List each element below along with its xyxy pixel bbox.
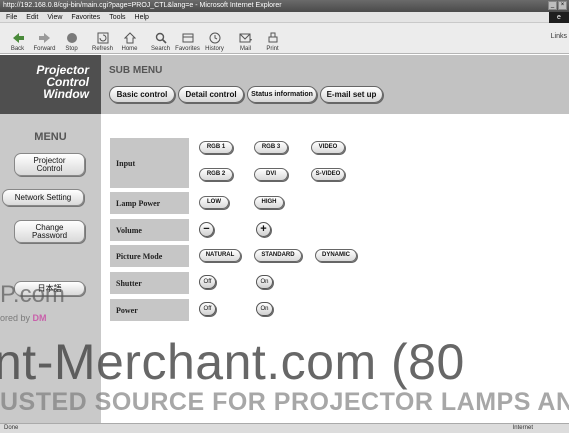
power-on-button[interactable]: On [256,302,273,316]
lamp-power-label: Lamp Power [110,192,189,214]
security-zone: Internet [512,425,533,431]
submenu-title: SUB MENU [109,65,163,76]
menu-favorites[interactable]: Favorites [71,12,100,22]
lamp-high-button[interactable]: HIGH [254,196,284,209]
window-controls: _ × [548,1,567,10]
links-label[interactable]: Links [551,33,567,40]
projector-control-window-logo: Projector Control Window [0,55,101,114]
shutter-off-button[interactable]: Off [199,275,216,289]
watermark-tagline: USTED SOURCE FOR PROJECTOR LAMPS AN [0,388,569,416]
menu-title: MENU [34,131,67,143]
picture-dynamic-button[interactable]: DYNAMIC [315,249,357,262]
menu-bar: File Edit View Favorites Tools Help e [0,12,569,23]
input-video-button[interactable]: VIDEO [311,141,345,154]
home-icon [123,32,136,44]
menu-tools[interactable]: Tools [109,12,125,22]
forward-button[interactable]: Forward [31,23,58,54]
power-off-button[interactable]: Off [199,302,216,316]
window-title: http://192.168.0.8/cgi-bin/main.cgi?page… [3,2,282,9]
input-rgb2-button[interactable]: RGB 2 [199,168,233,181]
menu-file[interactable]: File [6,12,17,22]
mail-icon [239,33,252,43]
print-button[interactable]: Print [259,23,286,54]
menu-help[interactable]: Help [135,12,149,22]
stop-button[interactable]: Stop [58,23,85,54]
stop-icon [66,33,77,43]
status-information-button[interactable]: Status information [247,86,317,103]
picture-natural-button[interactable]: NATURAL [199,249,241,262]
shutter-label: Shutter [110,272,189,294]
favorites-icon [182,33,193,43]
volume-down-button[interactable]: − [199,222,214,237]
change-password-button[interactable]: Change Password [14,220,85,243]
home-button[interactable]: Home [116,23,143,54]
submenu-bar: SUB MENU Basic control Detail control St… [101,55,569,114]
dm-logo: DM [32,313,47,323]
watermark-merchant-banner: nt-Merchant.com (80 [0,334,465,390]
menu-view[interactable]: View [47,12,62,22]
watermark-powered-by: ored by DM [0,313,47,323]
lamp-low-button[interactable]: LOW [199,196,229,209]
network-setting-button[interactable]: Network Setting [2,189,84,206]
history-icon [209,32,220,44]
forward-arrow-icon [38,33,50,43]
picture-standard-button[interactable]: STANDARD [254,249,302,262]
volume-label: Volume [110,219,189,241]
search-icon [155,32,167,44]
status-bar: Done Internet [0,423,569,433]
input-rgb3-button[interactable]: RGB 3 [254,141,288,154]
minimize-icon[interactable]: _ [548,1,557,10]
input-svideo-button[interactable]: S-VIDEO [311,168,345,181]
power-label: Power [110,299,189,321]
input-label: Input [110,138,189,188]
mail-button[interactable]: Mail [232,23,259,54]
back-arrow-icon [12,33,24,43]
print-icon [268,32,277,43]
refresh-icon [97,32,108,44]
shutter-on-button[interactable]: On [256,275,273,289]
back-button[interactable]: Back [4,23,31,54]
favorites-button[interactable]: Favorites [174,23,201,54]
detail-control-button[interactable]: Detail control [178,86,244,103]
projector-control-button[interactable]: Projector Control [14,153,85,176]
browser-toolbar: Back Forward Stop Refresh Home Search Fa… [0,23,569,54]
window-title-bar: http://192.168.0.8/cgi-bin/main.cgi?page… [0,0,569,12]
email-setup-button[interactable]: E-mail set up [320,86,383,103]
picture-mode-label: Picture Mode [110,245,189,267]
close-icon[interactable]: × [558,1,567,10]
watermark-domain-fragment: P.com [0,281,65,308]
input-rgb1-button[interactable]: RGB 1 [199,141,233,154]
search-button[interactable]: Search [147,23,174,54]
refresh-button[interactable]: Refresh [89,23,116,54]
menu-edit[interactable]: Edit [26,12,38,22]
history-button[interactable]: History [201,23,228,54]
status-text: Done [4,425,19,431]
basic-control-button[interactable]: Basic control [109,86,175,103]
ie-logo-icon: e [549,12,569,23]
input-dvi-button[interactable]: DVI [254,168,288,181]
volume-up-button[interactable]: + [256,222,271,237]
